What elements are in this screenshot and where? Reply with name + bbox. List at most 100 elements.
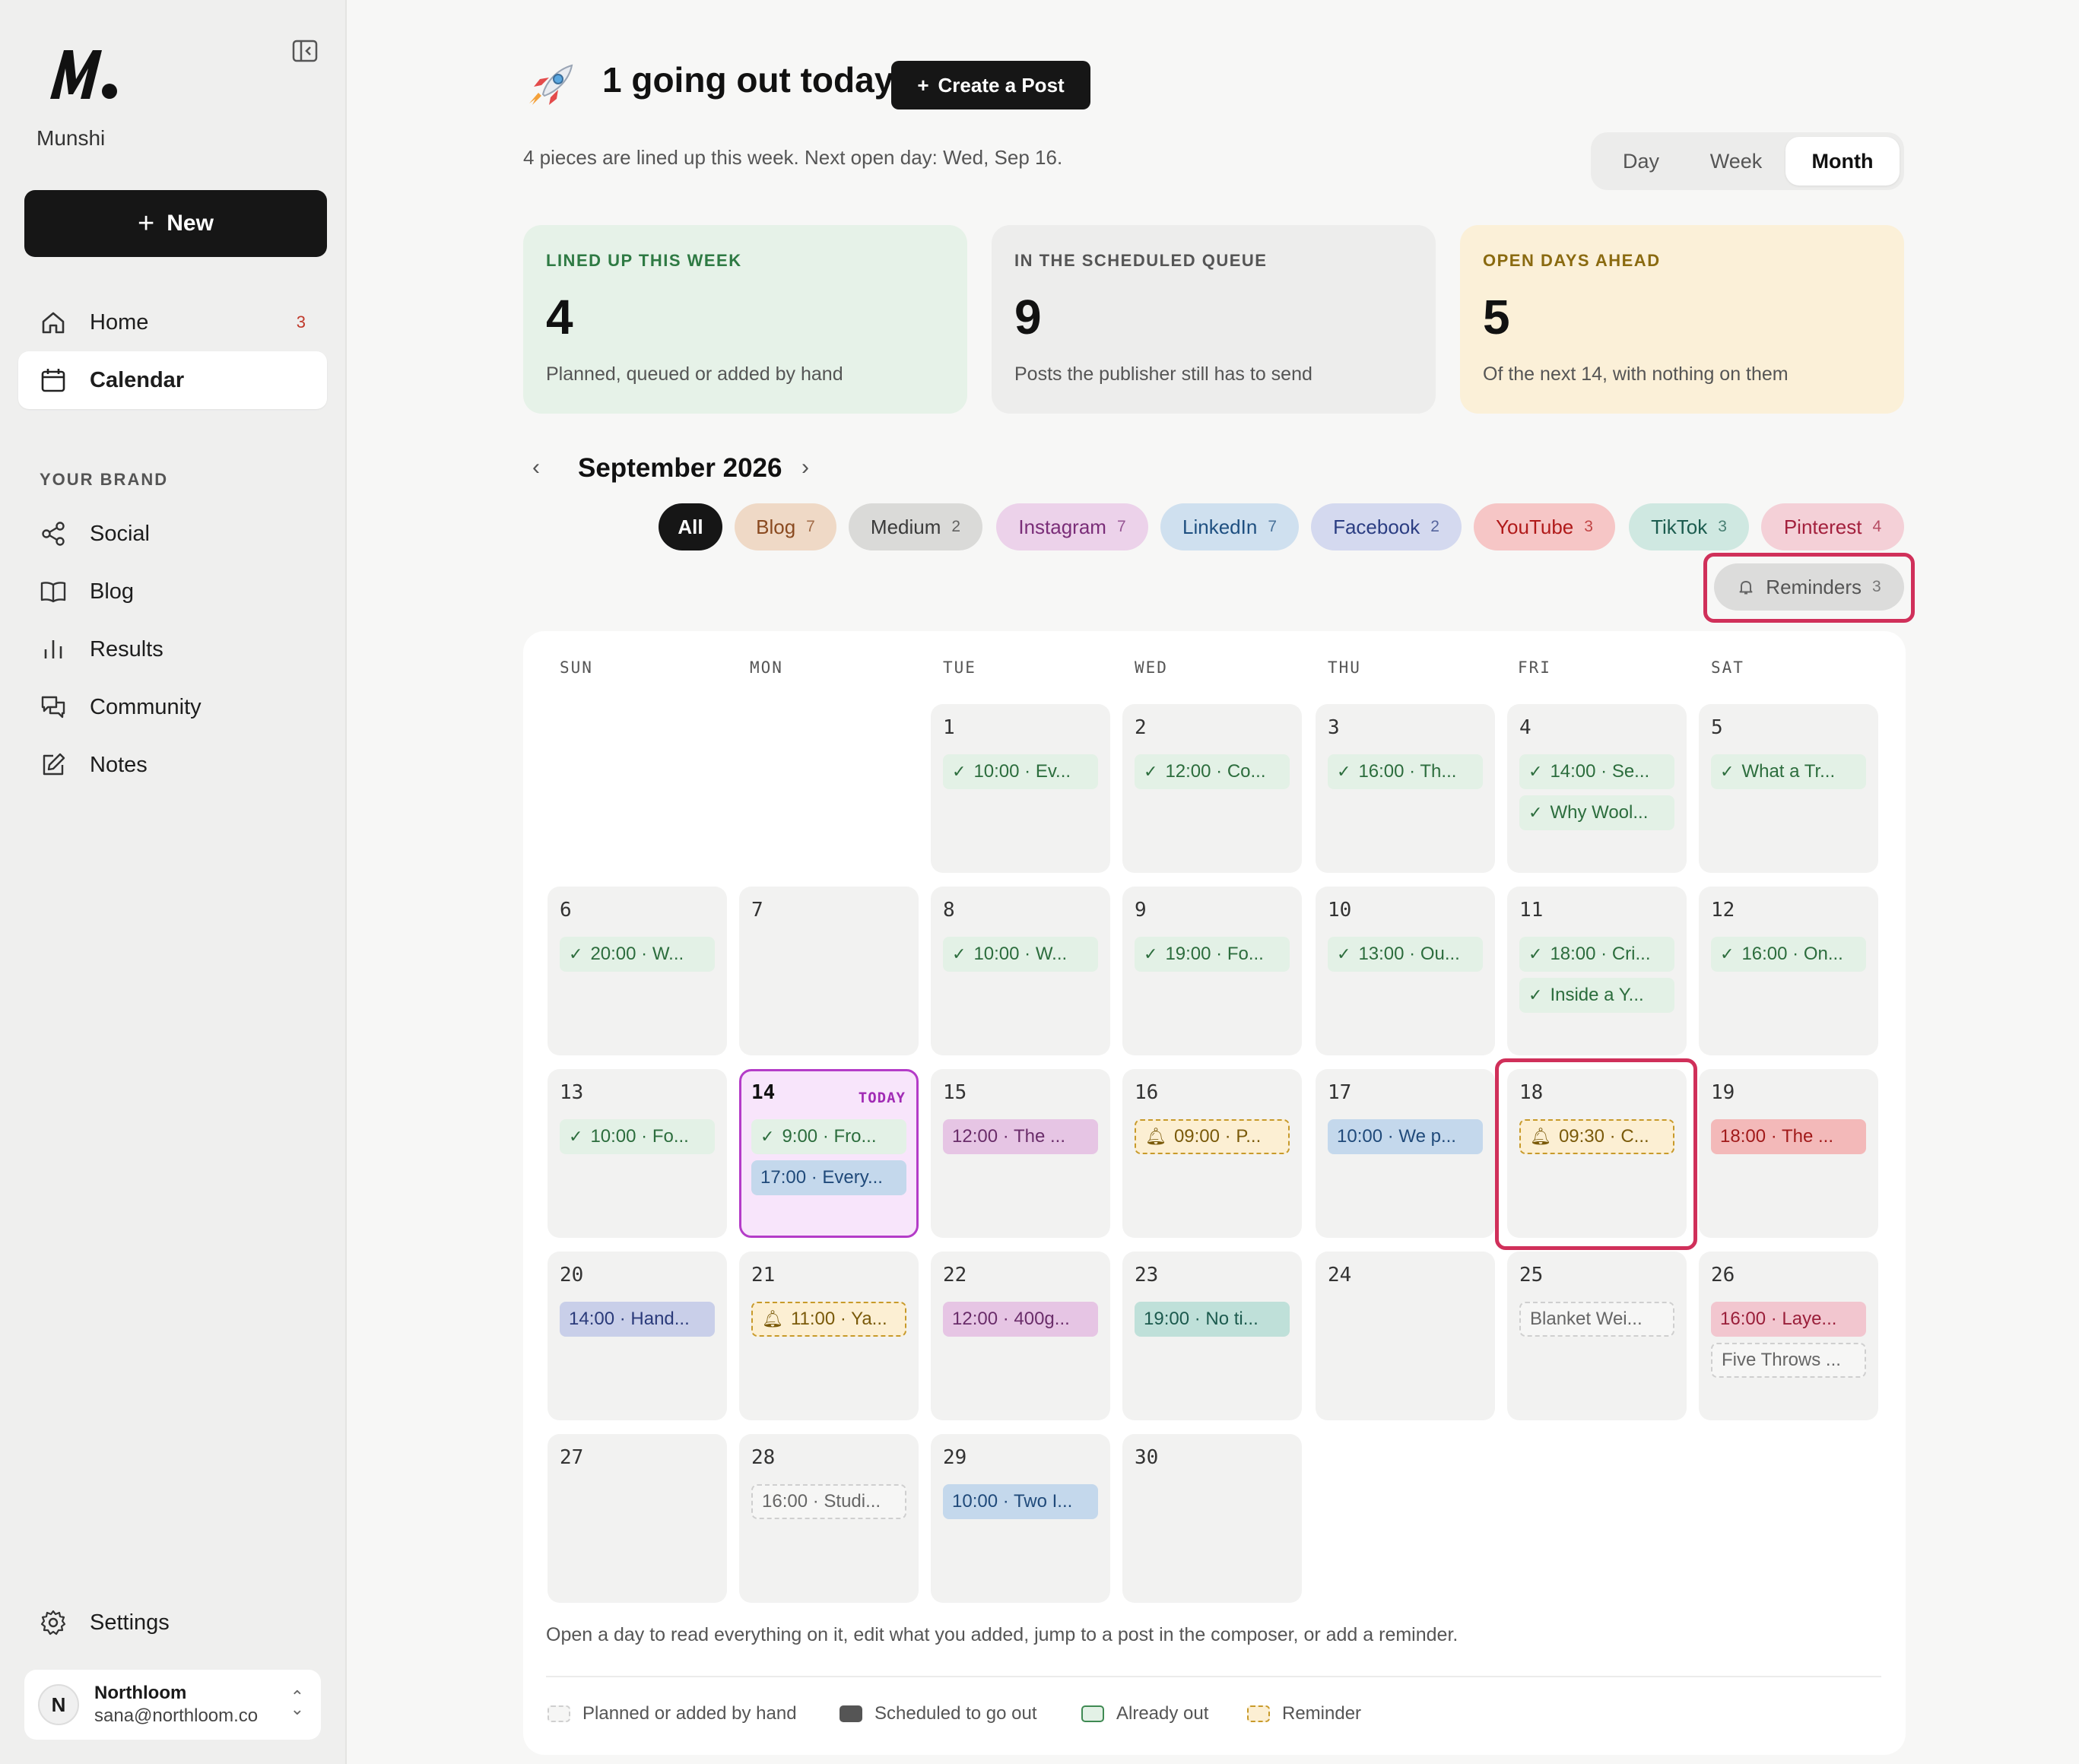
edit-note-icon [43,753,65,776]
day-cell[interactable]: 5 ✓ What a Tr... [1699,704,1878,873]
day-cell[interactable]: 8 ✓ 10:00 · W... [931,887,1110,1055]
event-chip[interactable]: 14:00 · Hand... [560,1302,715,1337]
event-chip[interactable]: 17:00 · Every... [751,1160,906,1195]
event-chip[interactable]: 18:00 · The ... [1711,1119,1866,1154]
filter-chip-medium[interactable]: Medium 2 [849,503,982,550]
previous-month-icon[interactable]: ‹ [532,455,540,481]
event-chip[interactable]: ✓ 16:00 · Th... [1328,754,1483,789]
day-cell[interactable]: 29 10:00 · Two I... [931,1434,1110,1603]
stat-label: IN THE SCHEDULED QUEUE [1014,251,1268,270]
filter-chip-youtube[interactable]: YouTube 3 [1474,503,1615,550]
new-button-label: New [167,211,214,236]
event-chip[interactable]: ✓ 16:00 · On... [1711,937,1866,972]
day-number: 19 [1711,1081,1735,1104]
sidebar-item-community[interactable]: Community [18,678,327,736]
day-cell[interactable]: 20 14:00 · Hand... [548,1252,727,1420]
day-cell[interactable]: 23 19:00 · No ti... [1122,1252,1302,1420]
day-cell[interactable]: 15 12:00 · The ... [931,1069,1110,1238]
event-chip[interactable]: 16:00 · Laye... [1711,1302,1866,1337]
filter-chip-instagram[interactable]: Instagram 7 [996,503,1148,550]
check-icon: ✓ [1337,762,1351,781]
day-number: 20 [560,1264,584,1287]
day-cell[interactable]: 2 ✓ 12:00 · Co... [1122,704,1302,873]
event-chip[interactable]: ✓ 9:00 · Fro... [751,1119,906,1154]
highlight-box [1703,553,1915,623]
chip-count: 2 [951,518,961,535]
create-post-button[interactable]: + Create a Post [891,61,1090,109]
event-chip[interactable]: ✓ Inside a Y... [1519,978,1674,1013]
view-week-button[interactable]: Week [1687,137,1785,186]
day-cell[interactable]: 26 16:00 · Laye... Five Throws ... [1699,1252,1878,1420]
sidebar-item-social[interactable]: Social [18,505,327,563]
sidebar-item-results[interactable]: Results [18,620,327,678]
day-cell[interactable]: 25 Blanket Wei... [1507,1252,1687,1420]
day-cell[interactable]: 9 ✓ 19:00 · Fo... [1122,887,1302,1055]
sidebar-item-home[interactable]: Home 3 [18,293,327,351]
event-chip[interactable]: ✓ 13:00 · Ou... [1328,937,1483,972]
legend-item-scheduled: Scheduled to go out [840,1703,1037,1724]
sidebar-item-notes[interactable]: Notes [18,736,327,794]
check-icon: ✓ [760,1127,775,1146]
view-day-button[interactable]: Day [1595,137,1687,186]
day-cell[interactable]: 13 ✓ 10:00 · Fo... [548,1069,727,1238]
day-cell[interactable]: 22 12:00 · 400g... [931,1252,1110,1420]
day-cell[interactable]: 24 [1316,1252,1495,1420]
event-chip[interactable]: ✓ Why Wool... [1519,795,1674,830]
day-cell[interactable]: 19 18:00 · The ... [1699,1069,1878,1238]
day-cell[interactable]: 28 16:00 · Studi... [739,1434,919,1603]
event-chip[interactable]: ✓ 10:00 · W... [943,937,1098,972]
event-chip[interactable]: 10:00 · We p... [1328,1119,1483,1154]
event-chip[interactable]: ✓ 10:00 · Fo... [560,1119,715,1154]
event-chip[interactable]: 10:00 · Two I... [943,1484,1098,1519]
event-chip[interactable]: ✓ 14:00 · Se... [1519,754,1674,789]
sidebar-item-blog[interactable]: Blog [18,563,327,620]
event-chip[interactable]: ✓ 19:00 · Fo... [1135,937,1290,972]
day-cell[interactable]: 21 🔔︎ 11:00 · Ya... [739,1252,919,1420]
event-chip[interactable]: Blanket Wei... [1519,1302,1674,1337]
event-chip[interactable]: ✓ 12:00 · Co... [1135,754,1290,789]
sidebar-item-label: Home [90,309,149,335]
filter-chip-blog[interactable]: Blog 7 [735,503,836,550]
reminder-chip[interactable]: 🔔︎ 09:00 · P... [1135,1119,1290,1154]
event-chip[interactable]: ✓ What a Tr... [1711,754,1866,789]
day-cell[interactable]: 4 ✓ 14:00 · Se... ✓ Why Wool... [1507,704,1687,873]
day-cell[interactable]: 1 ✓ 10:00 · Ev... [931,704,1110,873]
chip-count: 7 [1268,518,1277,535]
day-number: 9 [1135,899,1147,922]
filter-chip-pinterest[interactable]: Pinterest 4 [1761,503,1904,550]
event-chip[interactable]: 16:00 · Studi... [751,1484,906,1519]
next-month-icon[interactable]: › [801,455,809,481]
day-cell[interactable]: 7 [739,887,919,1055]
event-chip[interactable]: ✓ 18:00 · Cri... [1519,937,1674,972]
collapse-sidebar-icon[interactable] [292,40,318,62]
day-cell[interactable]: 17 10:00 · We p... [1316,1069,1495,1238]
new-button[interactable]: + New [24,190,327,257]
event-chip[interactable]: ✓ 10:00 · Ev... [943,754,1098,789]
event-chip[interactable]: 12:00 · 400g... [943,1302,1098,1337]
day-cell[interactable]: 12 ✓ 16:00 · On... [1699,887,1878,1055]
day-cell-today[interactable]: 14 TODAY ✓ 9:00 · Fro... 17:00 · Every... [739,1069,919,1238]
filter-chip-all[interactable]: All [659,503,722,550]
sidebar-item-calendar[interactable]: Calendar [18,351,327,409]
day-cell[interactable]: 3 ✓ 16:00 · Th... [1316,704,1495,873]
filter-chip-facebook[interactable]: Facebook 2 [1311,503,1462,550]
reminder-chip[interactable]: 🔔︎ 11:00 · Ya... [751,1302,906,1337]
day-cell[interactable]: 27 [548,1434,727,1603]
check-icon: ✓ [1528,803,1543,822]
check-icon: ✓ [1144,762,1158,781]
account-switcher[interactable]: N Northloom sana@northloom.co ⌃ ⌄ [24,1670,321,1740]
event-chip[interactable]: ✓ 20:00 · W... [560,937,715,972]
filter-chip-linkedin[interactable]: LinkedIn 7 [1160,503,1299,550]
day-cell[interactable]: 10 ✓ 13:00 · Ou... [1316,887,1495,1055]
event-label: 10:00 · Ev... [973,761,1071,782]
event-chip[interactable]: Five Throws ... [1711,1343,1866,1378]
event-chip[interactable]: 12:00 · The ... [943,1119,1098,1154]
day-cell[interactable]: 16 🔔︎ 09:00 · P... [1122,1069,1302,1238]
day-cell[interactable]: 6 ✓ 20:00 · W... [548,887,727,1055]
day-cell[interactable]: 30 [1122,1434,1302,1603]
filter-chip-tiktok[interactable]: TikTok 3 [1629,503,1749,550]
event-chip[interactable]: 19:00 · No ti... [1135,1302,1290,1337]
view-month-button[interactable]: Month [1785,137,1900,186]
day-cell[interactable]: 11 ✓ 18:00 · Cri... ✓ Inside a Y... [1507,887,1687,1055]
sidebar-item-settings[interactable]: Settings [18,1594,327,1651]
